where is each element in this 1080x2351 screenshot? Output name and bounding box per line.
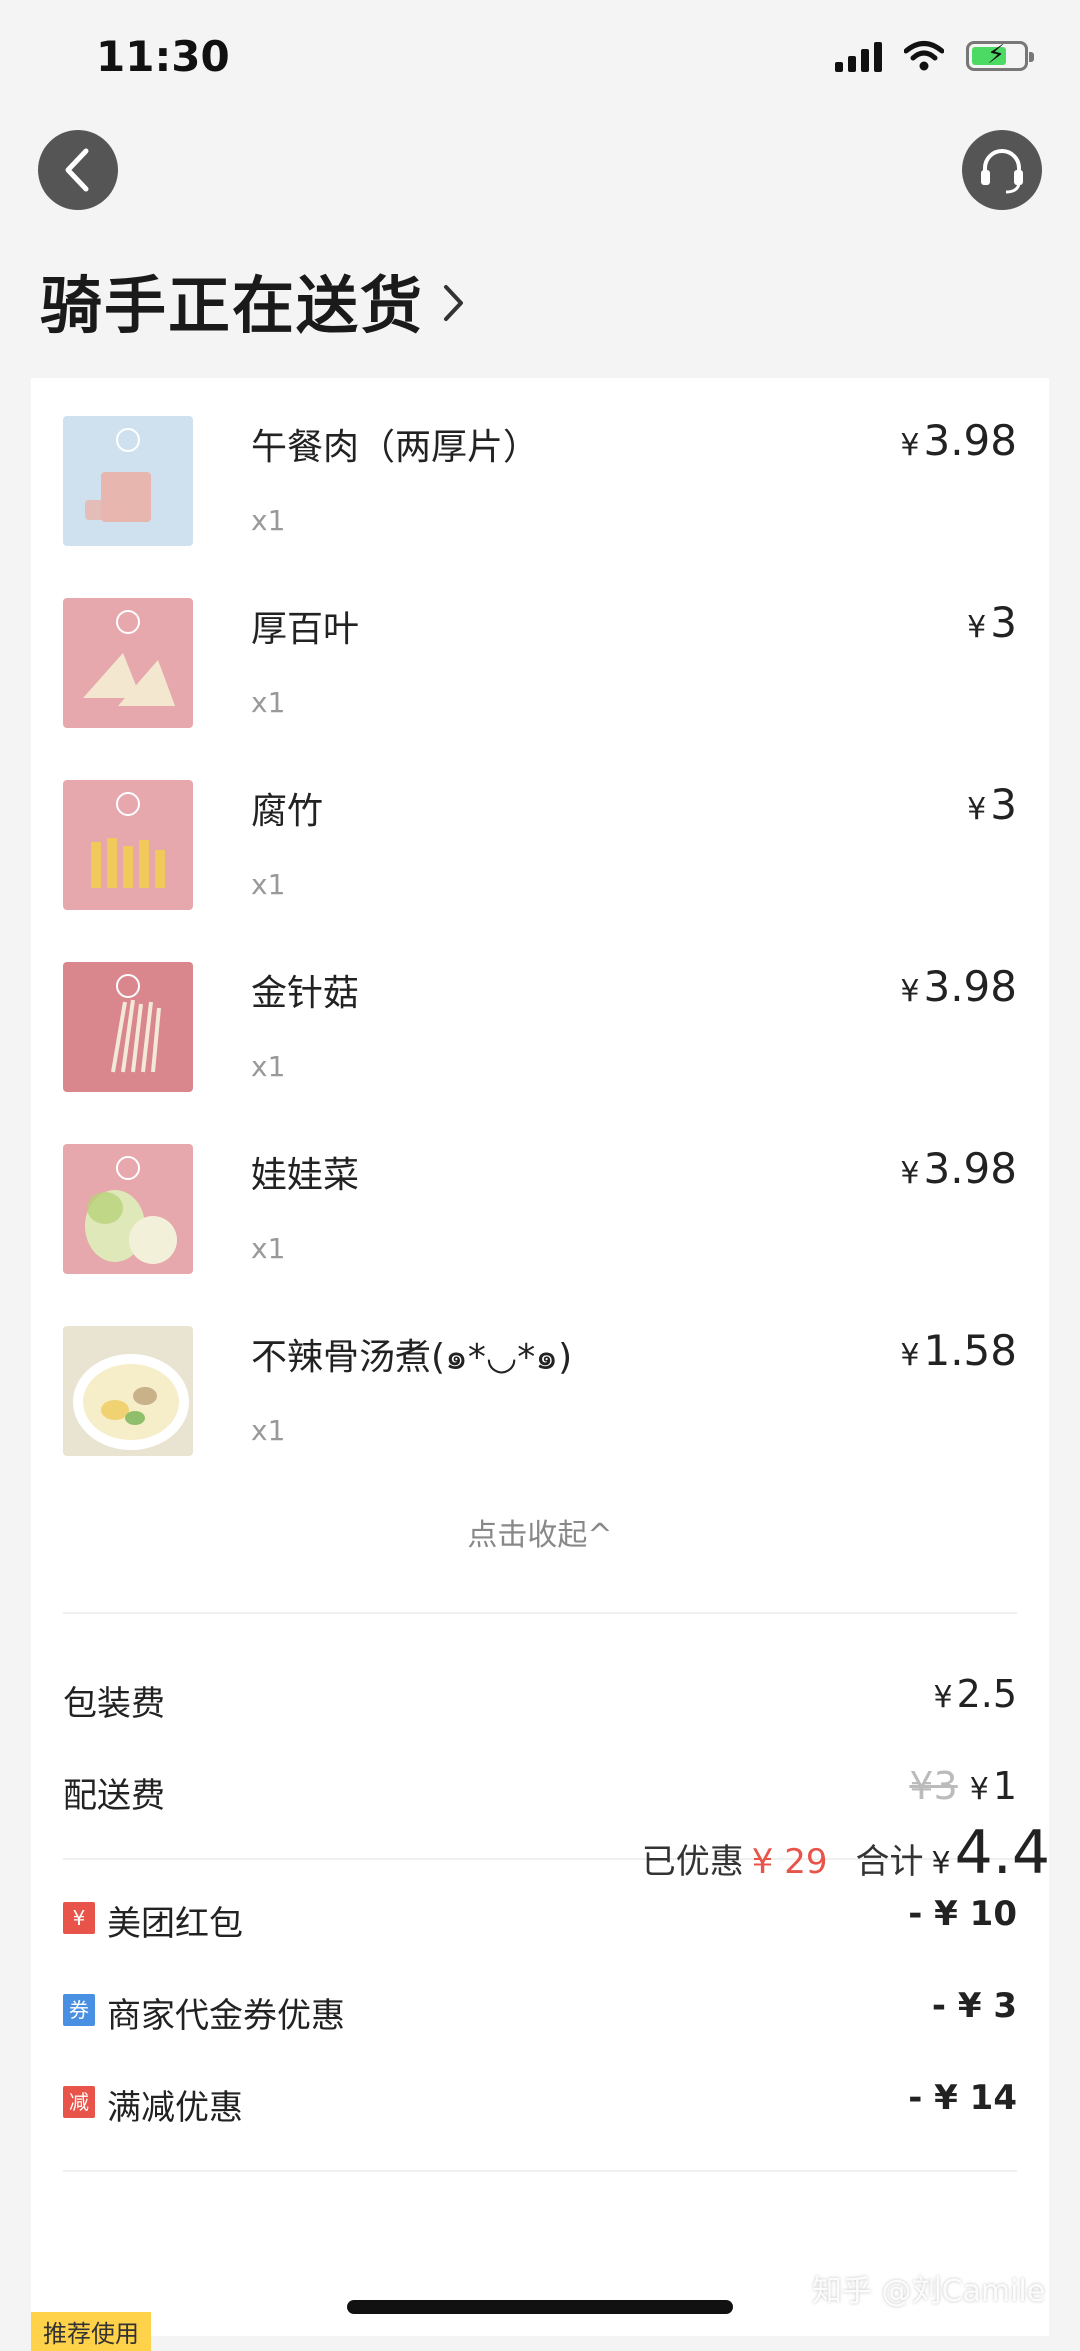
item-thumbnail: [63, 1326, 193, 1456]
discount-row-fullreduction: 减 满减优惠 - ¥ 14: [63, 2074, 1017, 2134]
item-thumbnail: [63, 780, 193, 910]
item-name: 金针菇: [251, 973, 360, 1014]
watermark: 知乎 @刘Camile: [812, 2274, 1046, 2309]
page-title: 骑手正在送货: [40, 269, 425, 342]
battery-icon: ⚡: [966, 40, 1034, 71]
chevron-left-icon: [65, 148, 89, 192]
divider: [63, 1612, 1017, 1614]
discount-value: - ¥ 10: [908, 1894, 1017, 1934]
status-bar: 11:30 ⚡: [0, 0, 1080, 120]
item-name: 不辣骨汤煮(๑*◡*๑): [251, 1337, 573, 1378]
delivery-fee-row: 配送费 ¥3 ¥1: [63, 1760, 1017, 1820]
original-delivery-fee: ¥3: [909, 1764, 958, 1808]
saved-value: ¥ 29: [751, 1842, 828, 1882]
item-name: 午餐肉（两厚片）: [251, 427, 540, 468]
item-quantity: x1: [251, 1414, 286, 1447]
item-thumbnail: [63, 962, 193, 1092]
chevron-right-icon: [444, 285, 464, 321]
discount-label: 满减优惠: [107, 2088, 243, 2128]
status-time: 11:30: [96, 32, 230, 81]
item-thumbnail: [63, 598, 193, 728]
divider: [63, 2170, 1017, 2172]
wifi-icon: [904, 41, 944, 71]
item-price: ¥3: [967, 598, 1017, 647]
discount-label: 商家代金券优惠: [107, 1996, 345, 2036]
headset-icon: [981, 149, 1023, 194]
item-price: ¥1.58: [900, 1326, 1017, 1375]
item-quantity: x1: [251, 1050, 286, 1083]
packaging-fee-label: 包装费: [63, 1684, 165, 1724]
item-price: ¥3.98: [900, 1144, 1017, 1193]
status-icons: ⚡: [835, 40, 1034, 72]
item-thumbnail: [63, 1144, 193, 1274]
order-item: 不辣骨汤煮(๑*◡*๑) x1 ¥1.58: [63, 1326, 1017, 1456]
packaging-fee-row: 包装费 ¥2.5: [63, 1668, 1017, 1728]
back-button[interactable]: [38, 130, 118, 210]
delivery-status-link[interactable]: 骑手正在送货: [40, 255, 466, 345]
collapse-items-button[interactable]: 点击收起^: [31, 1510, 1049, 1554]
discount-row-redpacket: ¥ 美团红包 - ¥ 10: [63, 1890, 1017, 1950]
total-value: ¥4.4: [931, 1818, 1050, 1888]
item-price: ¥3: [967, 780, 1017, 829]
item-price: ¥3.98: [900, 962, 1017, 1011]
item-name: 厚百叶: [251, 609, 360, 650]
packaging-fee-value: ¥2.5: [933, 1672, 1017, 1716]
order-total: 已优惠 ¥ 29 合计 ¥4.4: [642, 1818, 1050, 1888]
redpacket-tag-icon: ¥: [63, 1902, 95, 1934]
total-label: 合计: [855, 1842, 924, 1882]
discount-row-voucher: 券 商家代金券优惠 - ¥ 3: [63, 1982, 1017, 2042]
customer-service-button[interactable]: [962, 130, 1042, 210]
recommend-badge: 推荐使用: [31, 2312, 151, 2351]
item-thumbnail: [63, 416, 193, 546]
order-item: 腐竹 x1 ¥3: [63, 780, 1017, 910]
item-name: 腐竹: [251, 791, 324, 832]
delivery-fee-label: 配送费: [63, 1776, 165, 1816]
signal-icon: [835, 40, 882, 72]
item-name: 娃娃菜: [251, 1155, 360, 1196]
order-card: 午餐肉（两厚片） x1 ¥3.98 厚百叶 x1 ¥3 腐竹 x1 ¥3 金针菇…: [31, 378, 1049, 2336]
delivery-fee-value: ¥3 ¥1: [909, 1764, 1017, 1808]
discount-value: - ¥ 3: [931, 1986, 1017, 2026]
order-item: 厚百叶 x1 ¥3: [63, 598, 1017, 728]
reduction-tag-icon: 减: [63, 2086, 95, 2118]
order-item: 娃娃菜 x1 ¥3.98: [63, 1144, 1017, 1274]
item-quantity: x1: [251, 686, 286, 719]
saved-label: 已优惠: [641, 1842, 744, 1882]
home-indicator: [347, 2300, 733, 2314]
item-quantity: x1: [251, 1232, 286, 1265]
discount-label: 美团红包: [107, 1904, 243, 1944]
order-item: 午餐肉（两厚片） x1 ¥3.98: [63, 416, 1017, 546]
item-price: ¥3.98: [900, 416, 1017, 465]
voucher-tag-icon: 券: [63, 1994, 95, 2026]
order-item: 金针菇 x1 ¥3.98: [63, 962, 1017, 1092]
discount-value: - ¥ 14: [908, 2078, 1017, 2118]
item-quantity: x1: [251, 504, 286, 537]
item-quantity: x1: [251, 868, 286, 901]
